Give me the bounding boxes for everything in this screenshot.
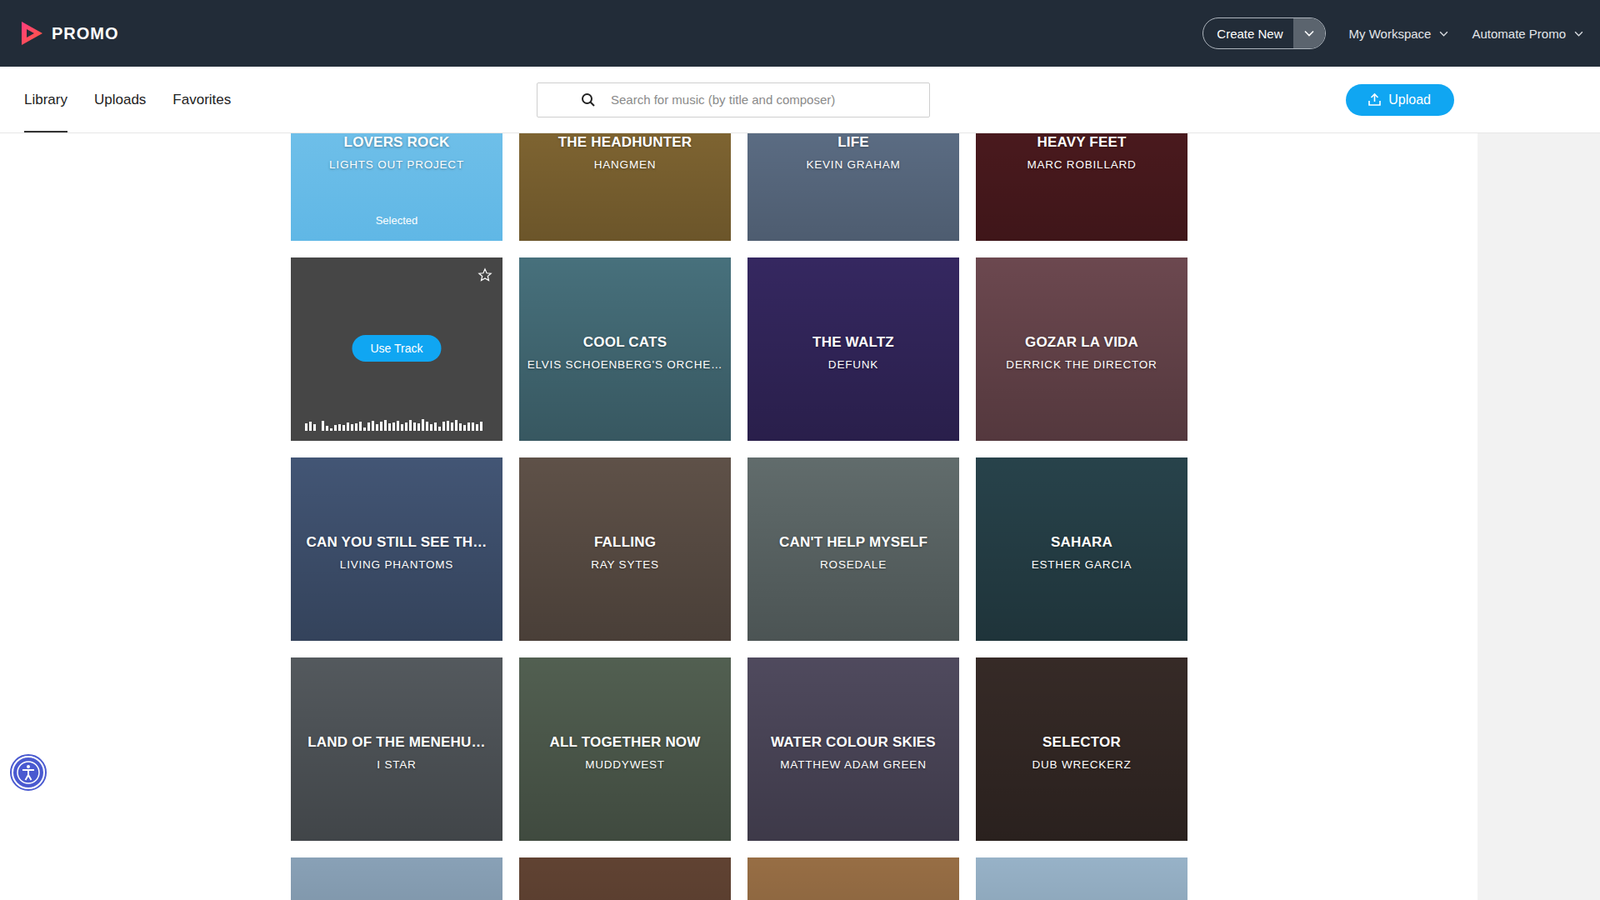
track-card[interactable]: FALLING RAY SYTES [519,457,731,641]
track-info: CAN'T HELP MYSELF ROSEDALE [747,534,960,571]
waveform[interactable] [305,417,483,431]
play-logo-icon [20,20,44,46]
logo-text: PROMO [51,24,120,44]
track-info: LIFE KEVIN GRAHAM [747,134,960,171]
right-panel [1477,133,1600,900]
track-title: THE HEADHUNTER [519,134,731,151]
promo-app: PROMO Create New My Workspace Automate Prom… [0,0,1600,900]
track-title: WATER COLOUR SKIES [747,734,960,751]
track-title: COOL CATS [519,334,731,351]
track-card[interactable] [975,857,1188,900]
chevron-down-icon [1439,30,1449,37]
track-info: THE HEADHUNTER HANGMEN [519,134,731,171]
track-info: FALLING RAY SYTES [519,534,731,571]
track-artist: ELVIS SCHOENBERG'S ORCHE… [519,358,731,371]
accessibility-icon [11,755,45,790]
search-field[interactable]: Search for music (by title and composer) [536,82,930,118]
tabs: Library Uploads Favorites [0,66,537,133]
track-title: CAN'T HELP MYSELF [747,534,960,551]
track-info: WATER COLOUR SKIES MATTHEW ADAM GREEN [747,734,960,771]
track-title: CAN YOU STILL SEE TH… [290,534,503,551]
track-info: CAN YOU STILL SEE TH… LIVING PHANTOMS [290,534,503,571]
track-title: HEAVY FEET [975,134,1188,151]
track-artist: LIGHTS OUT PROJECT [290,158,503,171]
library-toolbar: Library Uploads Favorites Search for music … [0,66,1600,134]
track-artist: MATTHEW ADAM GREEN [747,758,960,771]
track-card[interactable]: THE HEADHUNTER HANGMEN [519,133,731,241]
track-card[interactable]: GOZAR LA VIDA DERRICK THE DIRECTOR [975,257,1188,441]
track-info: COOL CATS ELVIS SCHOENBERG'S ORCHE… [519,334,731,371]
tab[interactable]: Library [24,66,68,133]
upload-icon [1367,92,1382,107]
track-title: LIFE [747,134,960,151]
track-card[interactable]: THE WALTZ DEFUNK [747,257,960,441]
menu-item[interactable]: Automate Promo [1471,26,1584,41]
track-title: FALLING [519,534,731,551]
track-artist: I STAR [290,758,503,771]
track-info: LAND OF THE MENEHU… I STAR [290,734,503,771]
use-track-button[interactable]: Use Track [351,335,441,362]
track-artist: HANGMEN [519,158,731,171]
track-title: LAND OF THE MENEHU… [290,734,503,751]
track-card[interactable]: COOL CATS ELVIS SCHOENBERG'S ORCHE… [519,257,731,441]
track-card[interactable] [290,857,503,900]
tab[interactable]: Favorites [172,66,231,133]
magnifier-icon [580,92,596,108]
search-placeholder: Search for music (by title and composer) [610,92,835,107]
track-card[interactable]: CAN'T HELP MYSELF ROSEDALE [747,457,960,641]
logo[interactable]: PROMO [20,20,120,46]
track-artist: DEFUNK [747,358,960,371]
track-card[interactable]: Use Track [290,257,503,441]
track-card[interactable]: LIFE KEVIN GRAHAM [747,133,960,241]
track-title: LOVERS ROCK [290,134,503,151]
create-new-button[interactable]: Create New [1202,17,1325,50]
top-bar: PROMO Create New My Workspace Automate Prom… [0,0,1600,67]
chevron-down-icon [1304,30,1315,37]
create-new-label[interactable]: Create New [1203,18,1293,49]
track-card[interactable]: ALL TOGETHER NOW MUDDYWEST [519,657,731,841]
track-artist: KEVIN GRAHAM [747,158,960,171]
track-artist: MARC ROBILLARD [975,158,1188,171]
tab[interactable]: Uploads [94,66,146,133]
track-card[interactable]: HEAVY FEET MARC ROBILLARD [975,133,1188,241]
upload-button[interactable]: Upload [1345,84,1455,116]
menu-item[interactable]: My Workspace [1349,26,1450,41]
track-info: SAHARA ESTHER GARCIA [975,534,1188,571]
track-title: GOZAR LA VIDA [975,334,1188,351]
track-info: GOZAR LA VIDA DERRICK THE DIRECTOR [975,334,1188,371]
star-icon[interactable] [477,267,493,283]
track-list: LOVERS ROCK LIGHTS OUT PROJECT Selected THE… [0,133,1478,900]
track-info: THE WALTZ DEFUNK [747,334,960,371]
track-artist: ROSEDALE [747,558,960,571]
track-artist: LIVING PHANTOMS [290,558,503,571]
top-menu: Create New My Workspace Automate Promo [1202,17,1584,50]
track-card[interactable]: LOVERS ROCK LIGHTS OUT PROJECT Selected [290,133,503,241]
library-area: LOVERS ROCK LIGHTS OUT PROJECT Selected THE… [0,133,1600,900]
track-artist: MUDDYWEST [519,758,731,771]
track-card[interactable]: SAHARA ESTHER GARCIA [975,457,1188,641]
track-artist: ESTHER GARCIA [975,558,1188,571]
selected-label: Selected [290,214,503,227]
track-info: HEAVY FEET MARC ROBILLARD [975,134,1188,171]
track-card[interactable] [519,857,731,900]
track-info: LOVERS ROCK LIGHTS OUT PROJECT [290,134,503,171]
track-info: ALL TOGETHER NOW MUDDYWEST [519,734,731,771]
track-title: ALL TOGETHER NOW [519,734,731,751]
track-title: THE WALTZ [747,334,960,351]
chevron-down-icon [1574,30,1584,37]
track-title: SAHARA [975,534,1188,551]
track-title: SELECTOR [975,734,1188,751]
track-card[interactable]: CAN YOU STILL SEE TH… LIVING PHANTOMS [290,457,503,641]
track-card[interactable] [747,857,960,900]
create-dropdown[interactable] [1293,18,1325,49]
track-artist: DERRICK THE DIRECTOR [975,358,1188,371]
track-artist: RAY SYTES [519,558,731,571]
accessibility-button[interactable] [10,754,47,791]
track-card[interactable]: SELECTOR DUB WRECKERZ [975,657,1188,841]
track-card[interactable]: LAND OF THE MENEHU… I STAR [290,657,503,841]
track-artist: DUB WRECKERZ [975,758,1188,771]
track-info: SELECTOR DUB WRECKERZ [975,734,1188,771]
track-card[interactable]: WATER COLOUR SKIES MATTHEW ADAM GREEN [747,657,960,841]
